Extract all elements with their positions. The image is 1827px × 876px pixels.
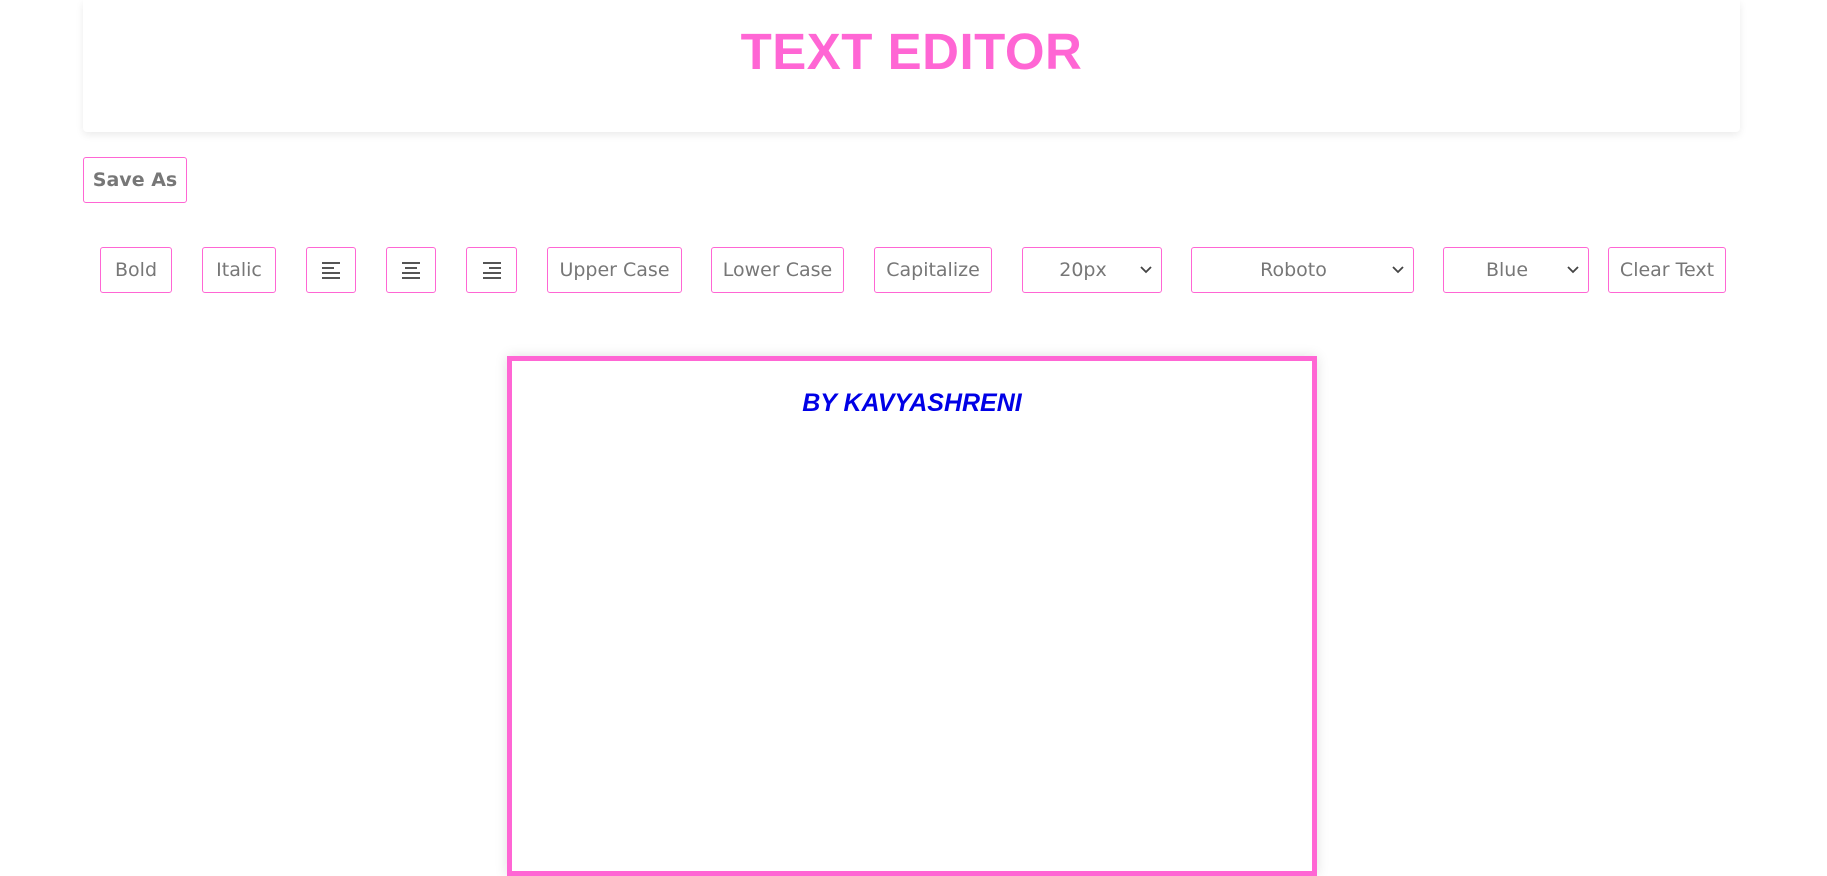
chevron-down-icon <box>1562 266 1584 274</box>
chevron-down-icon <box>1387 266 1409 274</box>
italic-button[interactable]: Italic <box>202 247 276 293</box>
align-right-icon <box>482 261 501 279</box>
editor-textarea[interactable]: BY KAVYASHRENI <box>507 356 1317 876</box>
align-left-icon <box>322 261 340 279</box>
font-family-value: Roboto <box>1260 259 1327 281</box>
align-left-button[interactable] <box>306 247 356 293</box>
font-size-value: 20px <box>1059 259 1107 281</box>
color-value: Blue <box>1485 259 1529 281</box>
page-title: TEXT EDITOR <box>740 23 1083 80</box>
save-as-button[interactable]: Save As <box>83 157 187 203</box>
align-center-icon <box>402 261 420 279</box>
font-family-select[interactable]: Roboto <box>1191 247 1414 293</box>
align-center-button[interactable] <box>386 247 436 293</box>
align-right-button[interactable] <box>466 247 517 293</box>
font-size-select[interactable]: 20px <box>1022 247 1162 293</box>
capitalize-button[interactable]: Capitalize <box>874 247 992 293</box>
upper-case-button[interactable]: Upper Case <box>547 247 682 293</box>
header: TEXT EDITOR <box>83 0 1740 132</box>
clear-text-button[interactable]: Clear Text <box>1608 247 1726 293</box>
lower-case-button[interactable]: Lower Case <box>711 247 844 293</box>
bold-button[interactable]: Bold <box>100 247 172 293</box>
chevron-down-icon <box>1135 266 1157 274</box>
editor-text: BY KAVYASHRENI <box>802 389 1022 417</box>
color-select[interactable]: Blue <box>1443 247 1589 293</box>
